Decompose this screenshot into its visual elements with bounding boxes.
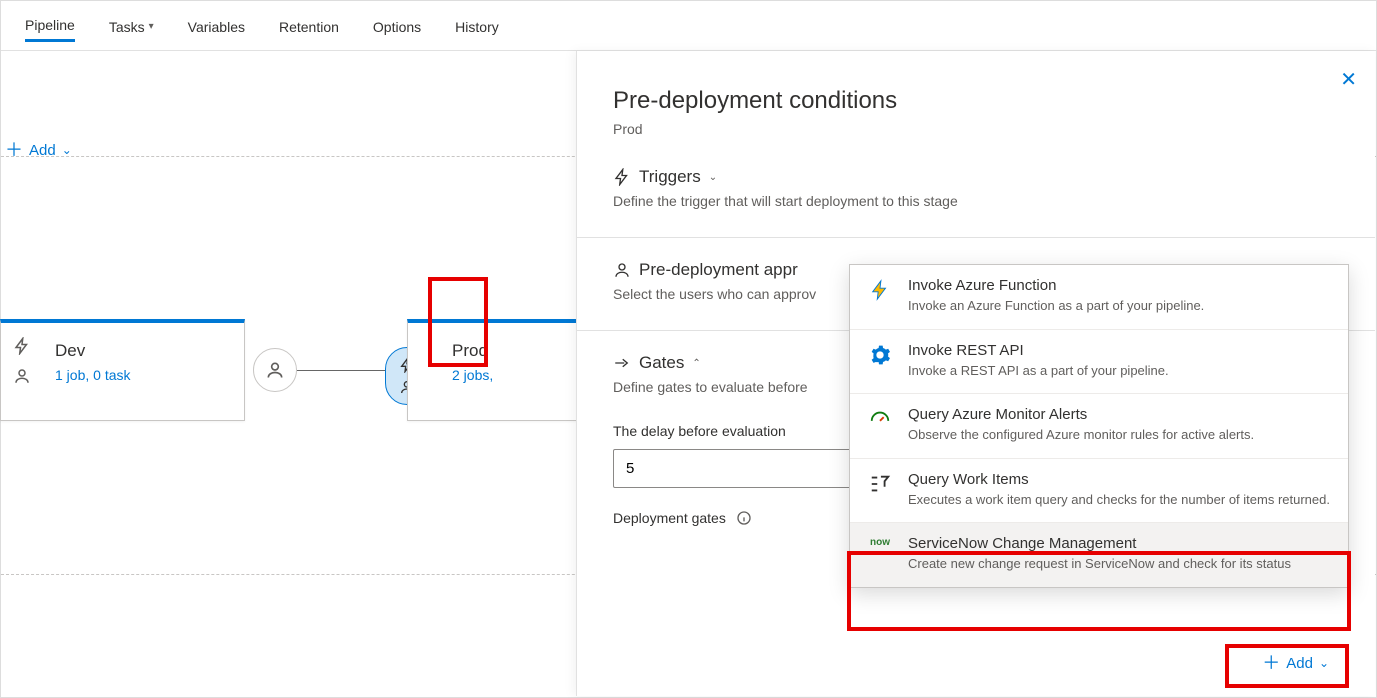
tab-tasks[interactable]: Tasks ▾ bbox=[109, 13, 154, 41]
gate-title: ServiceNow Change Management bbox=[908, 535, 1291, 552]
stage-card-dev[interactable]: Dev 1 job, 0 task bbox=[0, 319, 245, 421]
annotation-highlight bbox=[428, 277, 488, 367]
panel-stage-label: Prod bbox=[613, 121, 1339, 137]
person-icon bbox=[13, 367, 31, 385]
tab-pipeline[interactable]: Pipeline bbox=[25, 11, 75, 42]
gate-desc: Invoke an Azure Function as a part of yo… bbox=[908, 297, 1204, 315]
tab-history[interactable]: History bbox=[455, 13, 499, 41]
annotation-highlight bbox=[1225, 644, 1349, 688]
section-label: Triggers bbox=[639, 167, 701, 187]
info-icon[interactable] bbox=[736, 510, 752, 526]
panel-title: Pre-deployment conditions bbox=[613, 87, 1339, 115]
divider bbox=[577, 237, 1375, 238]
chevron-down-icon: ⌄ bbox=[709, 172, 717, 183]
gate-dropdown: Invoke Azure Function Invoke an Azure Fu… bbox=[849, 264, 1349, 588]
gauge-icon bbox=[866, 406, 894, 444]
postdeploy-node-dev[interactable] bbox=[253, 348, 297, 392]
stages-row: Dev 1 job, 0 task Prod 2 jobs, bbox=[1, 319, 652, 421]
gate-title: Query Work Items bbox=[908, 471, 1330, 488]
stage-predeploy-trigger[interactable] bbox=[13, 337, 31, 385]
gate-option-azure-function[interactable]: Invoke Azure Function Invoke an Azure Fu… bbox=[850, 265, 1348, 330]
tab-tasks-label: Tasks bbox=[109, 19, 145, 35]
lightning-gear-icon bbox=[613, 168, 631, 186]
chevron-down-icon: ⌄ bbox=[62, 143, 72, 157]
section-label: Gates bbox=[639, 353, 684, 373]
gate-desc: Executes a work item query and checks fo… bbox=[908, 491, 1330, 509]
person-icon bbox=[613, 261, 631, 279]
section-triggers[interactable]: Triggers ⌄ bbox=[613, 167, 1339, 187]
close-button[interactable]: ✕ bbox=[1340, 67, 1357, 92]
gear-icon bbox=[866, 342, 894, 380]
chevron-down-icon: ▾ bbox=[149, 21, 154, 32]
top-nav: Pipeline Tasks ▾ Variables Retention Opt… bbox=[1, 1, 1376, 51]
lightning-icon bbox=[866, 277, 894, 315]
gate-option-monitor-alerts[interactable]: Query Azure Monitor Alerts Observe the c… bbox=[850, 394, 1348, 459]
tab-retention[interactable]: Retention bbox=[279, 13, 339, 41]
gate-option-servicenow[interactable]: now ServiceNow Change Management Create … bbox=[850, 523, 1348, 587]
gate-desc: Create new change request in ServiceNow … bbox=[908, 555, 1291, 573]
stage-title: Dev bbox=[55, 341, 224, 361]
person-icon bbox=[265, 360, 285, 380]
deployment-gates-label: Deployment gates bbox=[613, 510, 726, 526]
section-label: Pre-deployment appr bbox=[639, 260, 798, 280]
gate-option-rest-api[interactable]: Invoke REST API Invoke a REST API as a p… bbox=[850, 330, 1348, 395]
tab-variables[interactable]: Variables bbox=[188, 13, 245, 41]
filter-list-icon bbox=[866, 471, 894, 509]
gate-title: Invoke REST API bbox=[908, 342, 1169, 359]
gate-desc: Invoke a REST API as a part of your pipe… bbox=[908, 362, 1169, 380]
gate-title: Invoke Azure Function bbox=[908, 277, 1204, 294]
servicenow-icon: now bbox=[866, 535, 894, 573]
gate-desc: Observe the configured Azure monitor rul… bbox=[908, 426, 1254, 444]
lightning-icon bbox=[13, 337, 31, 355]
gate-title: Query Azure Monitor Alerts bbox=[908, 406, 1254, 423]
stage-jobs-link[interactable]: 1 job, 0 task bbox=[55, 367, 224, 383]
chevron-up-icon: ⌃ bbox=[692, 358, 700, 369]
tab-options[interactable]: Options bbox=[373, 13, 421, 41]
gate-option-work-items[interactable]: Query Work Items Executes a work item qu… bbox=[850, 459, 1348, 524]
gate-icon bbox=[613, 354, 631, 372]
section-desc: Define the trigger that will start deplo… bbox=[613, 193, 1339, 209]
